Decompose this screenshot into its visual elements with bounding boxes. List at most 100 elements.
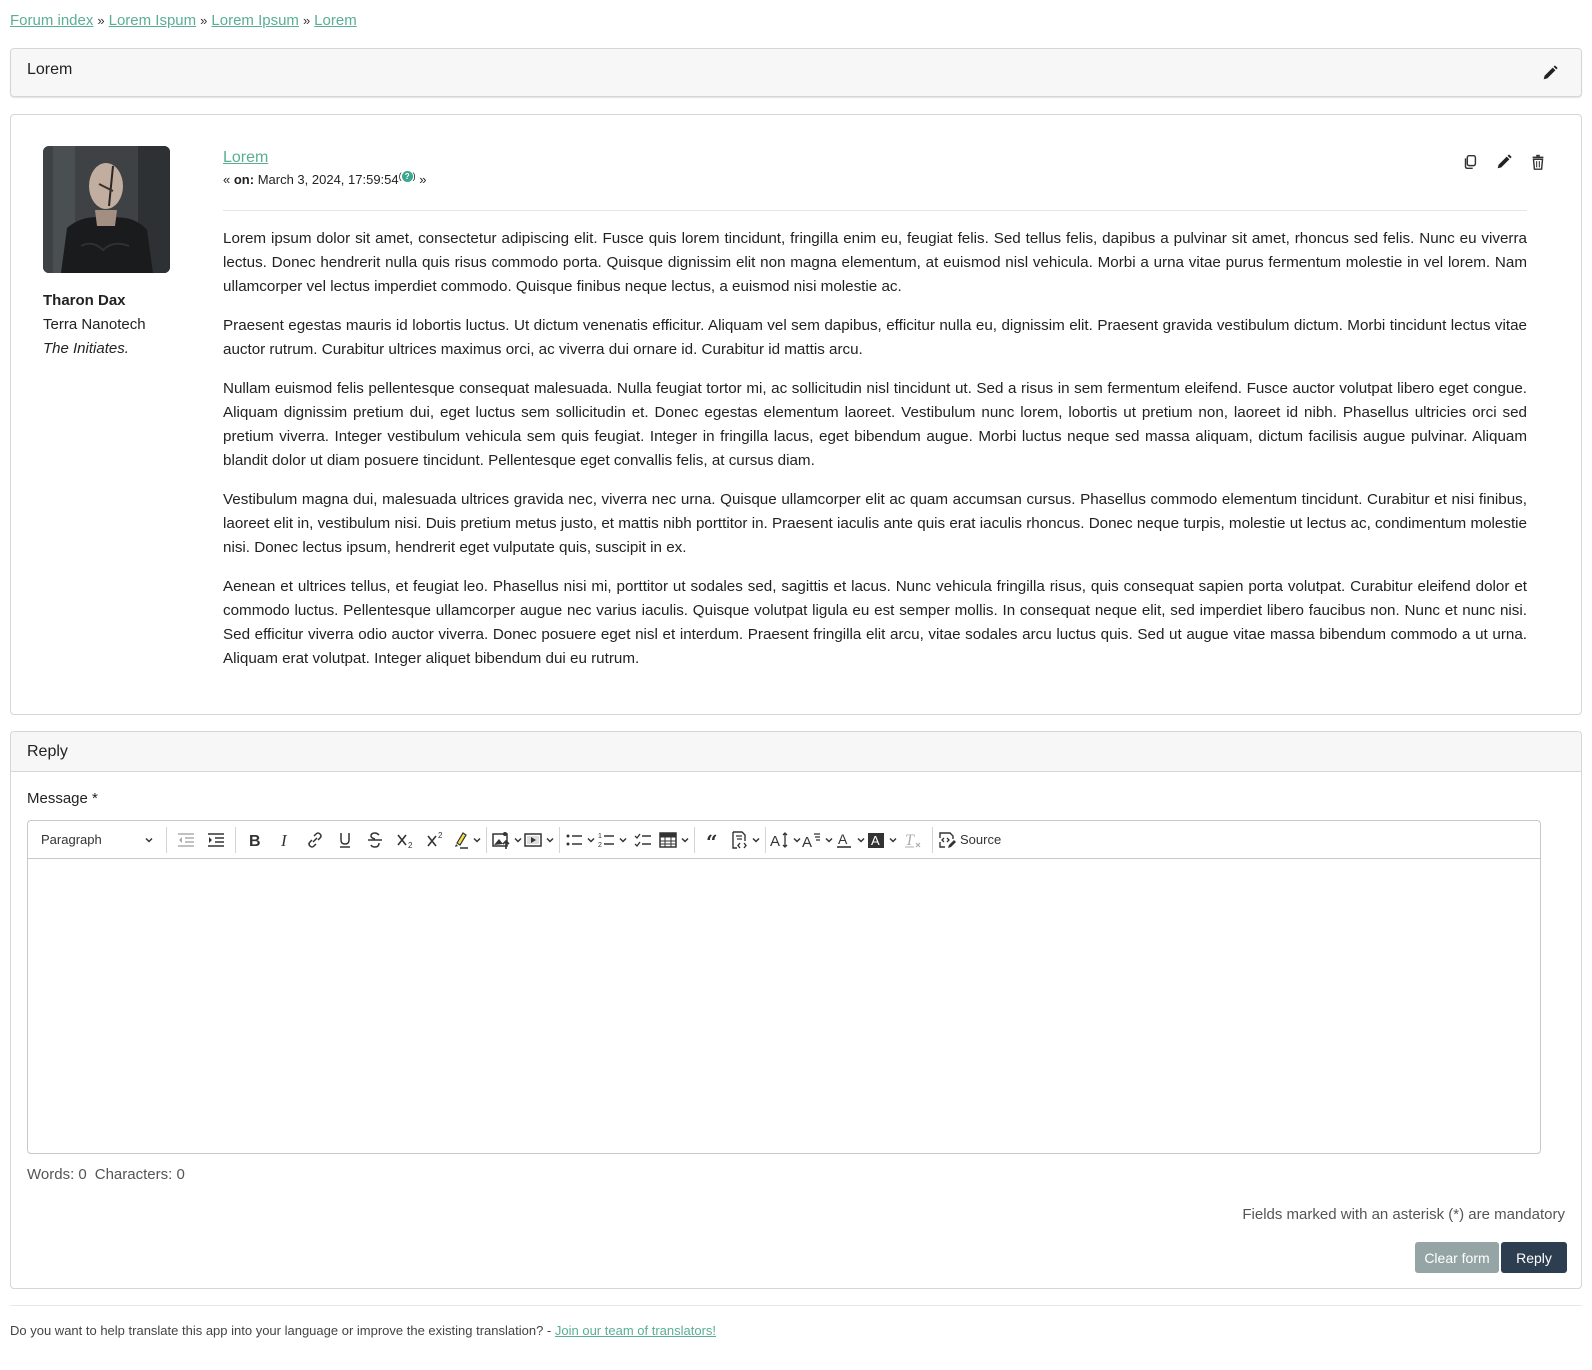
pencil-icon[interactable]	[1495, 153, 1513, 171]
code-block-icon	[732, 830, 747, 849]
outdent-button[interactable]	[171, 825, 201, 855]
pencil-icon[interactable]	[1541, 64, 1559, 82]
reply-submit-button[interactable]: Reply	[1501, 1242, 1567, 1273]
chevron-down-icon	[145, 837, 153, 843]
quote-icon: “	[706, 830, 718, 850]
toolbar-separator	[235, 826, 236, 853]
post-date: March 3, 2024, 17:59:54	[257, 172, 399, 187]
svg-text:A: A	[838, 831, 848, 847]
font-background-button[interactable]: A	[866, 825, 898, 855]
footer: Do you want to help translate this app i…	[10, 1323, 716, 1338]
svg-text:A: A	[802, 834, 812, 850]
bulleted-list-button[interactable]	[564, 825, 596, 855]
editor-toolbar: Paragraph B I 2 2 12 “ A A A A T Source	[28, 821, 1540, 859]
breadcrumb-category[interactable]: Lorem Ispum	[109, 12, 197, 29]
remove-format-button[interactable]: T	[898, 825, 928, 855]
meta-suffix: »	[419, 172, 427, 187]
superscript-icon: 2	[427, 831, 443, 846]
chevron-down-icon	[546, 837, 554, 843]
svg-text:I: I	[280, 831, 288, 850]
post-divider	[223, 210, 1527, 211]
italic-button[interactable]: I	[270, 825, 300, 855]
breadcrumb-forum-index[interactable]: Forum index	[10, 12, 93, 29]
source-button[interactable]: Source	[937, 825, 1007, 855]
svg-text:T: T	[905, 832, 915, 849]
help-icon[interactable]: ?	[401, 171, 413, 182]
link-icon	[308, 831, 322, 848]
highlighter-icon	[455, 831, 468, 849]
subscript-icon: 2	[397, 834, 413, 850]
toolbar-separator	[559, 826, 560, 853]
author-info: Tharon Dax Terra Nanotech The Initiates.	[43, 289, 203, 361]
table-icon	[659, 831, 677, 848]
chevron-down-icon	[587, 837, 595, 843]
superscript-button[interactable]: 2	[420, 825, 450, 855]
indent-button[interactable]	[201, 825, 231, 855]
code-block-button[interactable]	[729, 825, 761, 855]
source-label: Source	[960, 832, 1002, 847]
breadcrumb-topic[interactable]: Lorem	[314, 12, 357, 29]
post-paragraph: Nullam euismod felis pellentesque conseq…	[223, 380, 1527, 469]
todo-list-button[interactable]	[628, 825, 658, 855]
author-corporation: Terra Nanotech	[43, 316, 146, 333]
post-subject-link[interactable]: Lorem	[223, 149, 268, 166]
breadcrumb: Forum index» Lorem Ispum» Lorem Ipsum» Lore…	[10, 11, 357, 31]
numbered-list-icon: 12	[598, 833, 614, 849]
font-family-button[interactable]: A	[802, 825, 834, 855]
chevron-down-icon	[793, 837, 801, 843]
svg-text:B: B	[249, 833, 261, 850]
message-editor-area[interactable]	[28, 859, 1540, 1153]
chevron-down-icon	[889, 837, 897, 843]
font-color-icon: A	[837, 831, 851, 848]
indent-icon	[208, 832, 224, 847]
media-embed-button[interactable]	[523, 825, 555, 855]
author-name: Tharon Dax	[43, 292, 126, 309]
heading-select-value: Paragraph	[41, 832, 102, 847]
post-paragraph: Lorem ipsum dolor sit amet, consectetur …	[223, 230, 1527, 295]
post-paragraph: Aenean et ultrices tellus, et feugiat le…	[223, 578, 1527, 667]
source-icon	[939, 831, 956, 848]
block-quote-button[interactable]: “	[699, 825, 729, 855]
rich-text-editor: Paragraph B I 2 2 12 “ A A A A T Source	[27, 820, 1541, 1154]
post-header: Lorem « on: March 3, 2024, 17:59:54(?) »	[223, 147, 427, 187]
toolbar-separator	[932, 826, 933, 853]
breadcrumb-separator: »	[200, 13, 208, 28]
toolbar-separator	[486, 826, 487, 853]
clear-form-button[interactable]: Clear form	[1415, 1242, 1499, 1273]
chevron-down-icon	[473, 837, 481, 843]
word-count-value: Words: 0	[27, 1166, 87, 1183]
footer-divider	[10, 1305, 1582, 1306]
link-button[interactable]	[300, 825, 330, 855]
insert-image-button[interactable]	[491, 825, 523, 855]
heading-select[interactable]: Paragraph	[32, 825, 162, 855]
post-paragraph: Praesent egestas mauris id lobortis luct…	[223, 317, 1527, 358]
media-icon	[524, 832, 542, 847]
breadcrumb-board[interactable]: Lorem Ipsum	[211, 12, 299, 29]
subscript-button[interactable]: 2	[390, 825, 420, 855]
meta-on-label: on:	[233, 172, 255, 187]
font-background-icon: A	[868, 832, 884, 848]
translators-link[interactable]: Join our team of translators!	[555, 1323, 716, 1338]
chevron-down-icon	[857, 837, 865, 843]
post-body: Lorem ipsum dolor sit amet, consectetur …	[223, 227, 1527, 686]
font-color-button[interactable]: A	[834, 825, 866, 855]
underline-button[interactable]	[330, 825, 360, 855]
bold-button[interactable]: B	[240, 825, 270, 855]
highlight-button[interactable]	[450, 825, 482, 855]
chevron-down-icon	[619, 837, 627, 843]
toolbar-separator	[765, 826, 766, 853]
meta-prefix: «	[223, 172, 231, 187]
svg-text:2: 2	[408, 841, 413, 850]
trash-icon[interactable]	[1529, 153, 1547, 171]
copy-icon[interactable]	[1461, 153, 1479, 171]
strikethrough-button[interactable]	[360, 825, 390, 855]
chevron-down-icon	[514, 837, 522, 843]
post-paragraph: Vestibulum magna dui, malesuada ultrices…	[223, 491, 1527, 556]
insert-table-button[interactable]	[658, 825, 690, 855]
image-upload-icon	[492, 831, 510, 849]
todo-list-icon	[634, 833, 651, 847]
post-card: Tharon Dax Terra Nanotech The Initiates.…	[10, 114, 1582, 715]
toolbar-separator	[166, 826, 167, 853]
numbered-list-button[interactable]: 12	[596, 825, 628, 855]
font-size-button[interactable]: A	[770, 825, 802, 855]
